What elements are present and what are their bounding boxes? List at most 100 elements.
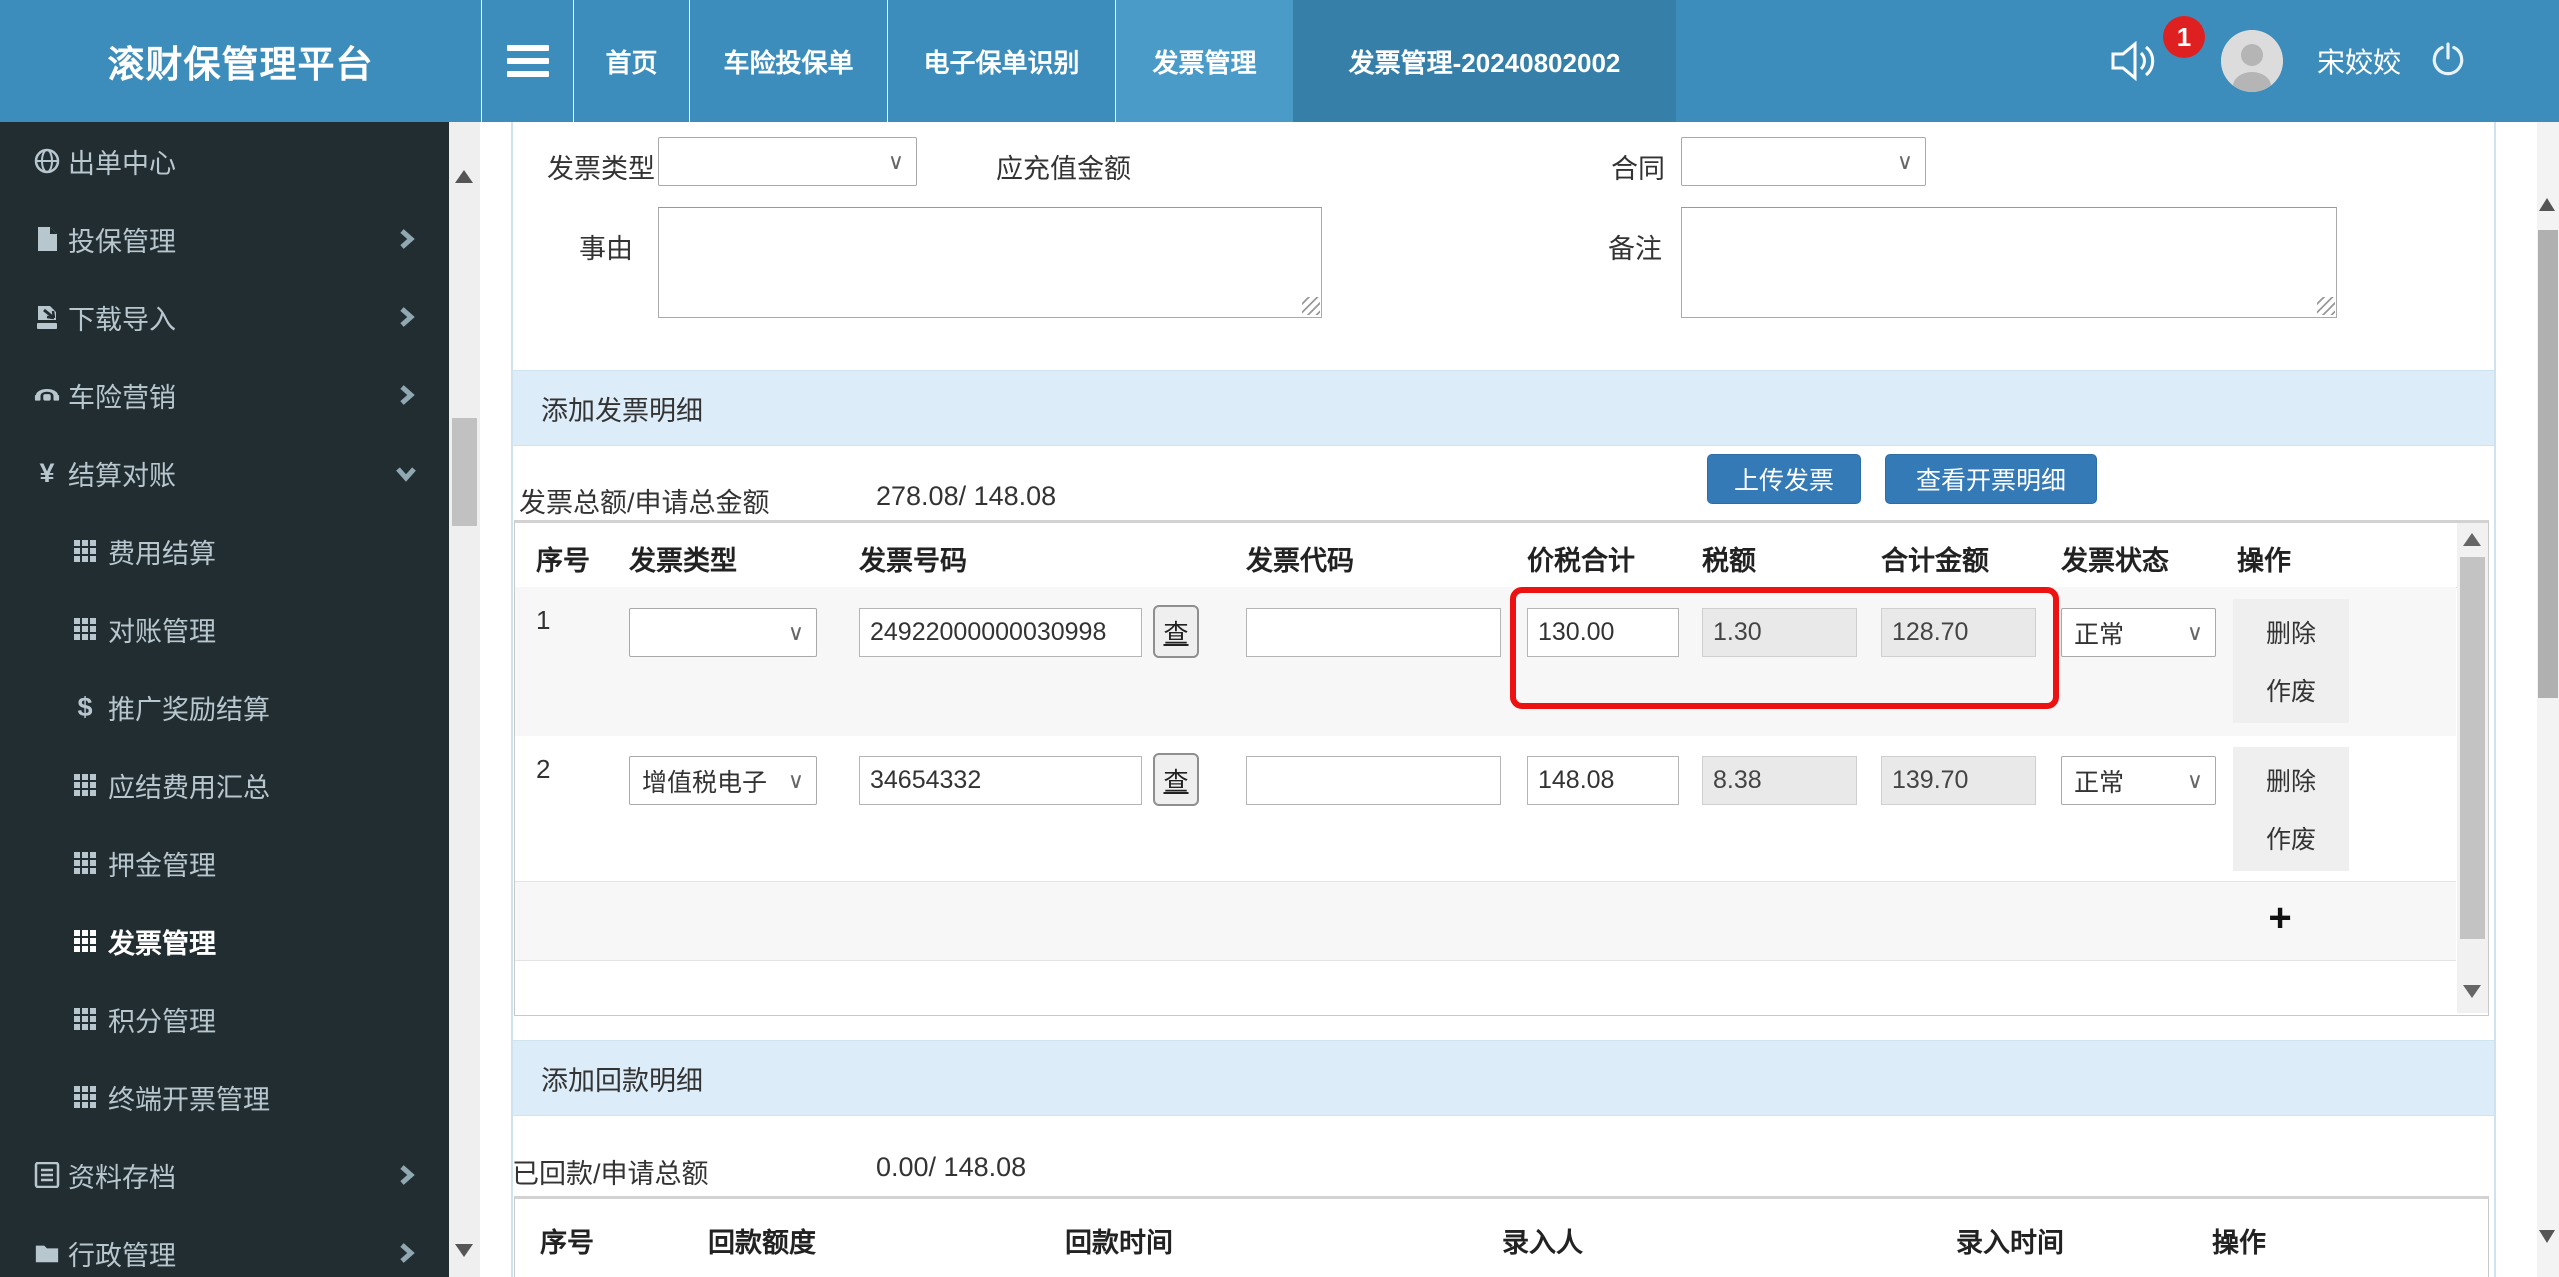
add-row-strip: + [515,881,2456,961]
query-button[interactable]: 查 [1153,753,1199,806]
tab-invoice-20240802002[interactable]: 发票管理-20240802002 [1293,0,1676,122]
total-amount-input [1881,608,2036,657]
scroll-down-arrow[interactable] [2463,985,2481,998]
invoice-code-input[interactable] [1246,608,1501,657]
folder-icon [34,1240,60,1266]
grid-icon [72,772,98,798]
col-amount: 价税合计 [1527,546,1635,576]
col-seq: 序号 [540,1228,594,1258]
page-scrollbar[interactable] [2537,122,2559,1277]
sidebar-item-terminal-invoicing[interactable]: 终端开票管理 [0,1058,449,1136]
sidebar-item-points[interactable]: 积分管理 [0,980,449,1058]
invoice-code-input[interactable] [1246,756,1501,805]
repayment-total-value: 0.00/ 148.08 [876,1152,1027,1182]
void-button[interactable]: 作废 [2266,672,2316,708]
col-status: 发票状态 [2061,546,2169,576]
row-actions: 删除 作废 [2233,599,2349,723]
username[interactable]: 宋姣姣 [2317,0,2401,122]
add-row-button[interactable]: + [2255,896,2305,941]
grid-icon [72,850,98,876]
reason-textarea[interactable] [658,207,1322,318]
sidebar-item-administration[interactable]: 行政管理 [0,1214,449,1277]
chevron-down-icon: ∨ [1896,148,1913,174]
sidebar-item-archives[interactable]: 资料存档 [0,1136,449,1214]
hamburger-icon[interactable] [481,0,573,122]
sidebar-item-issue-center[interactable]: 出单中心 [0,122,449,200]
amount-input[interactable] [1527,756,1679,805]
resize-grip-icon[interactable] [2317,297,2335,315]
sidebar-item-promo-reward[interactable]: $ 推广奖励结算 [0,668,449,746]
invoice-table-scrollbar[interactable] [2457,523,2488,1013]
tax-input [1702,608,1857,657]
power-icon[interactable] [2429,42,2467,80]
scrollbar-thumb[interactable] [2460,557,2485,939]
col-amount: 回款额度 [708,1228,816,1258]
download-icon [34,304,60,330]
chevron-down-icon: ∨ [2186,767,2203,793]
col-total: 合计金额 [1881,546,1989,576]
invoice-management-page: 滚财保管理平台 首页 车险投保单 电子保单识别 发票管理 发票管理-202408… [0,0,2559,1277]
contract-select[interactable]: ∨ [1681,137,1926,186]
chevron-right-icon [395,1242,417,1264]
notification-badge[interactable]: 1 [2163,16,2205,58]
amount-input[interactable] [1527,608,1679,657]
invoice-number-input[interactable] [859,756,1142,805]
invoice-status-select[interactable]: 正常 ∨ [2061,608,2216,657]
scrollbar-thumb[interactable] [452,418,477,526]
remark-textarea[interactable] [1681,207,2337,318]
tab-auto-insurance[interactable]: 车险投保单 [689,0,887,122]
sidebar-item-policy-management[interactable]: 投保管理 [0,200,449,278]
recharge-amount-label: 应充值金额 [996,154,1131,184]
invoice-number-input[interactable] [859,608,1142,657]
sidebar-item-payable-summary[interactable]: 应结费用汇总 [0,746,449,824]
upload-invoice-button[interactable]: 上传发票 [1707,454,1861,504]
invoice-section-header: 添加发票明细 [513,370,2494,446]
invoice-type-label: 发票类型 [547,154,655,184]
sidebar-item-settlement[interactable]: ¥ 结算对账 [0,434,449,512]
scrollbar-thumb[interactable] [2538,230,2558,698]
invoice-status-select[interactable]: 正常 ∨ [2061,756,2216,805]
col-seq: 序号 [536,546,590,576]
resize-grip-icon[interactable] [1302,297,1320,315]
view-invoice-detail-button[interactable]: 查看开票明细 [1885,454,2097,504]
invoice-type-cell-select[interactable]: ∨ [629,608,817,657]
panel-right-border [2494,122,2496,1277]
scroll-down-arrow[interactable] [455,1244,473,1257]
invoice-table: 序号 发票类型 发票号码 发票代码 价税合计 税额 合计金额 发票状态 操作 1… [514,520,2489,1016]
tab-invoice-management[interactable]: 发票管理 [1115,0,1293,122]
repayment-total-label: 已回款/申请总额 [512,1159,709,1189]
sidebar-item-download-import[interactable]: 下载导入 [0,278,449,356]
scroll-up-arrow[interactable] [2539,198,2555,211]
grid-icon [72,616,98,642]
scroll-down-arrow[interactable] [2539,1230,2555,1243]
delete-button[interactable]: 删除 [2266,614,2316,650]
sidebar-item-invoice-management[interactable]: 发票管理 [0,902,449,980]
invoice-total-value: 278.08/ 148.08 [876,481,1057,511]
invoice-total-label: 发票总额/申请总金额 [519,488,770,518]
dollar-icon: $ [77,691,93,722]
scroll-up-arrow[interactable] [455,170,473,183]
tab-home[interactable]: 首页 [573,0,689,122]
grid-icon [72,1006,98,1032]
invoice-type-cell-select[interactable]: 增值税电子 ∨ [629,756,817,805]
invoice-table-header: 序号 发票类型 发票号码 发票代码 价税合计 税额 合计金额 发票状态 操作 [515,523,2488,588]
sidebar-item-fee-settlement[interactable]: 费用结算 [0,512,449,590]
query-button[interactable]: 查 [1153,605,1199,658]
sidebar-scrollbar[interactable] [449,122,480,1277]
col-type: 发票类型 [629,546,737,576]
chevron-down-icon: ∨ [887,148,904,174]
tab-epolicy-recognition[interactable]: 电子保单识别 [887,0,1115,122]
invoice-type-select[interactable]: ∨ [658,137,917,186]
avatar[interactable] [2221,30,2283,92]
invoice-row-2: 2 增值税电子∨ 查 正常∨ 删除 作废 [515,736,2456,881]
grid-icon [72,538,98,564]
sidebar-item-reconciliation[interactable]: 对账管理 [0,590,449,668]
contract-label: 合同 [1611,154,1665,184]
speaker-icon[interactable] [2107,38,2159,84]
sidebar-item-deposit[interactable]: 押金管理 [0,824,449,902]
col-number: 发票号码 [859,546,967,576]
scroll-up-arrow[interactable] [2463,533,2481,546]
void-button[interactable]: 作废 [2266,820,2316,856]
sidebar-item-auto-marketing[interactable]: 车险营销 [0,356,449,434]
delete-button[interactable]: 删除 [2266,762,2316,798]
